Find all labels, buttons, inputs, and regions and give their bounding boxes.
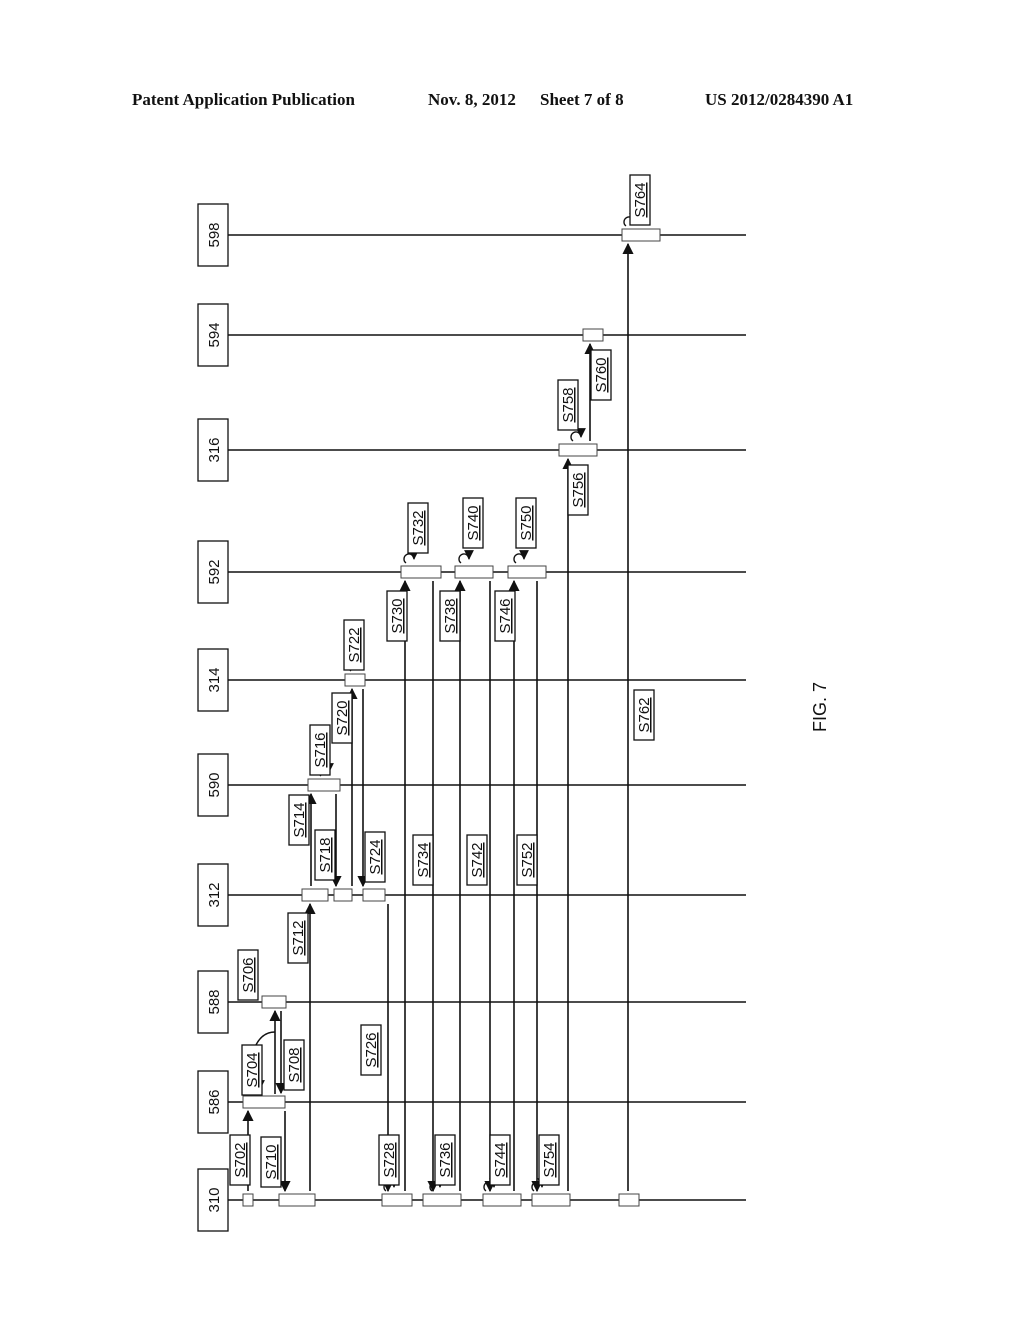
activation-box-588 bbox=[261, 995, 287, 1009]
step-label-S750: S750 bbox=[518, 505, 535, 540]
lifeline-label-588: 588 bbox=[206, 989, 223, 1014]
step-label-S712: S712 bbox=[290, 920, 307, 955]
activation-box-598 bbox=[621, 228, 661, 242]
activation-box-592 bbox=[454, 565, 494, 579]
step-label-S746: S746 bbox=[497, 598, 514, 633]
step-label-S756: S756 bbox=[570, 472, 587, 507]
step-label-S758: S758 bbox=[560, 387, 577, 422]
sequence-diagram: 310 586 588 312 590 314 592 316 594 598 S702 S704 S… bbox=[197, 174, 830, 1232]
activation-box-586 bbox=[242, 1095, 286, 1109]
step-label-S726: S726 bbox=[363, 1032, 380, 1067]
self-loop-S758 bbox=[570, 428, 586, 442]
step-label-S754: S754 bbox=[541, 1142, 558, 1177]
lifeline-label-590: 590 bbox=[206, 772, 223, 797]
activation-box-312 bbox=[362, 888, 386, 902]
step-label-S764: S764 bbox=[632, 182, 649, 217]
step-label-S710: S710 bbox=[263, 1144, 280, 1179]
self-loop-S750 bbox=[513, 550, 529, 564]
activation-box-310 bbox=[422, 1193, 462, 1207]
self-loop-S740 bbox=[458, 550, 474, 564]
lifeline-label-594: 594 bbox=[206, 322, 223, 347]
step-label-S762: S762 bbox=[636, 697, 653, 732]
self-loop-S732 bbox=[403, 550, 419, 564]
step-label-S706: S706 bbox=[240, 957, 257, 992]
activation-box-310 bbox=[482, 1193, 522, 1207]
step-label-S704: S704 bbox=[244, 1052, 261, 1087]
step-label-S716: S716 bbox=[312, 732, 329, 767]
activation-box-310 bbox=[381, 1193, 413, 1207]
lifeline-label-592: 592 bbox=[206, 559, 223, 584]
step-label-S760: S760 bbox=[593, 357, 610, 392]
step-label-S734: S734 bbox=[415, 842, 432, 877]
activation-box-316 bbox=[558, 443, 598, 457]
step-label-S742: S742 bbox=[469, 842, 486, 877]
lifeline-label-586: 586 bbox=[206, 1089, 223, 1114]
activation-box-312 bbox=[333, 888, 353, 902]
activation-box-314 bbox=[344, 673, 366, 687]
step-label-S752: S752 bbox=[519, 842, 536, 877]
step-label-S708: S708 bbox=[286, 1047, 303, 1082]
activation-box-310 bbox=[278, 1193, 316, 1207]
step-label-S702: S702 bbox=[232, 1142, 249, 1177]
step-label-S730: S730 bbox=[389, 598, 406, 633]
step-label-S740: S740 bbox=[465, 505, 482, 540]
figure-label: FIG. 7 bbox=[810, 682, 830, 732]
lifeline-label-598: 598 bbox=[206, 222, 223, 247]
step-label-S732: S732 bbox=[410, 510, 427, 545]
step-label-S728: S728 bbox=[381, 1142, 398, 1177]
lifeline-label-314: 314 bbox=[206, 667, 223, 692]
activation-box-590 bbox=[307, 778, 341, 792]
step-label-S718: S718 bbox=[317, 837, 334, 872]
lifeline-label-316: 316 bbox=[206, 437, 223, 462]
step-label-S744: S744 bbox=[492, 1142, 509, 1177]
activation-box-592 bbox=[507, 565, 547, 579]
step-label-S714: S714 bbox=[291, 802, 308, 837]
activation-box-310 bbox=[618, 1193, 640, 1207]
step-label-S738: S738 bbox=[442, 598, 459, 633]
activation-box-312 bbox=[301, 888, 329, 902]
step-label-S722: S722 bbox=[346, 627, 363, 662]
activation-box-592 bbox=[400, 565, 442, 579]
lifeline-label-312: 312 bbox=[206, 882, 223, 907]
activation-box-310 bbox=[531, 1193, 571, 1207]
activation-box-310 bbox=[242, 1193, 254, 1207]
step-label-S736: S736 bbox=[437, 1142, 454, 1177]
lifeline-label-310: 310 bbox=[206, 1187, 223, 1212]
step-label-S724: S724 bbox=[367, 839, 384, 874]
step-label-S720: S720 bbox=[334, 700, 351, 735]
activation-box-594 bbox=[582, 328, 604, 342]
